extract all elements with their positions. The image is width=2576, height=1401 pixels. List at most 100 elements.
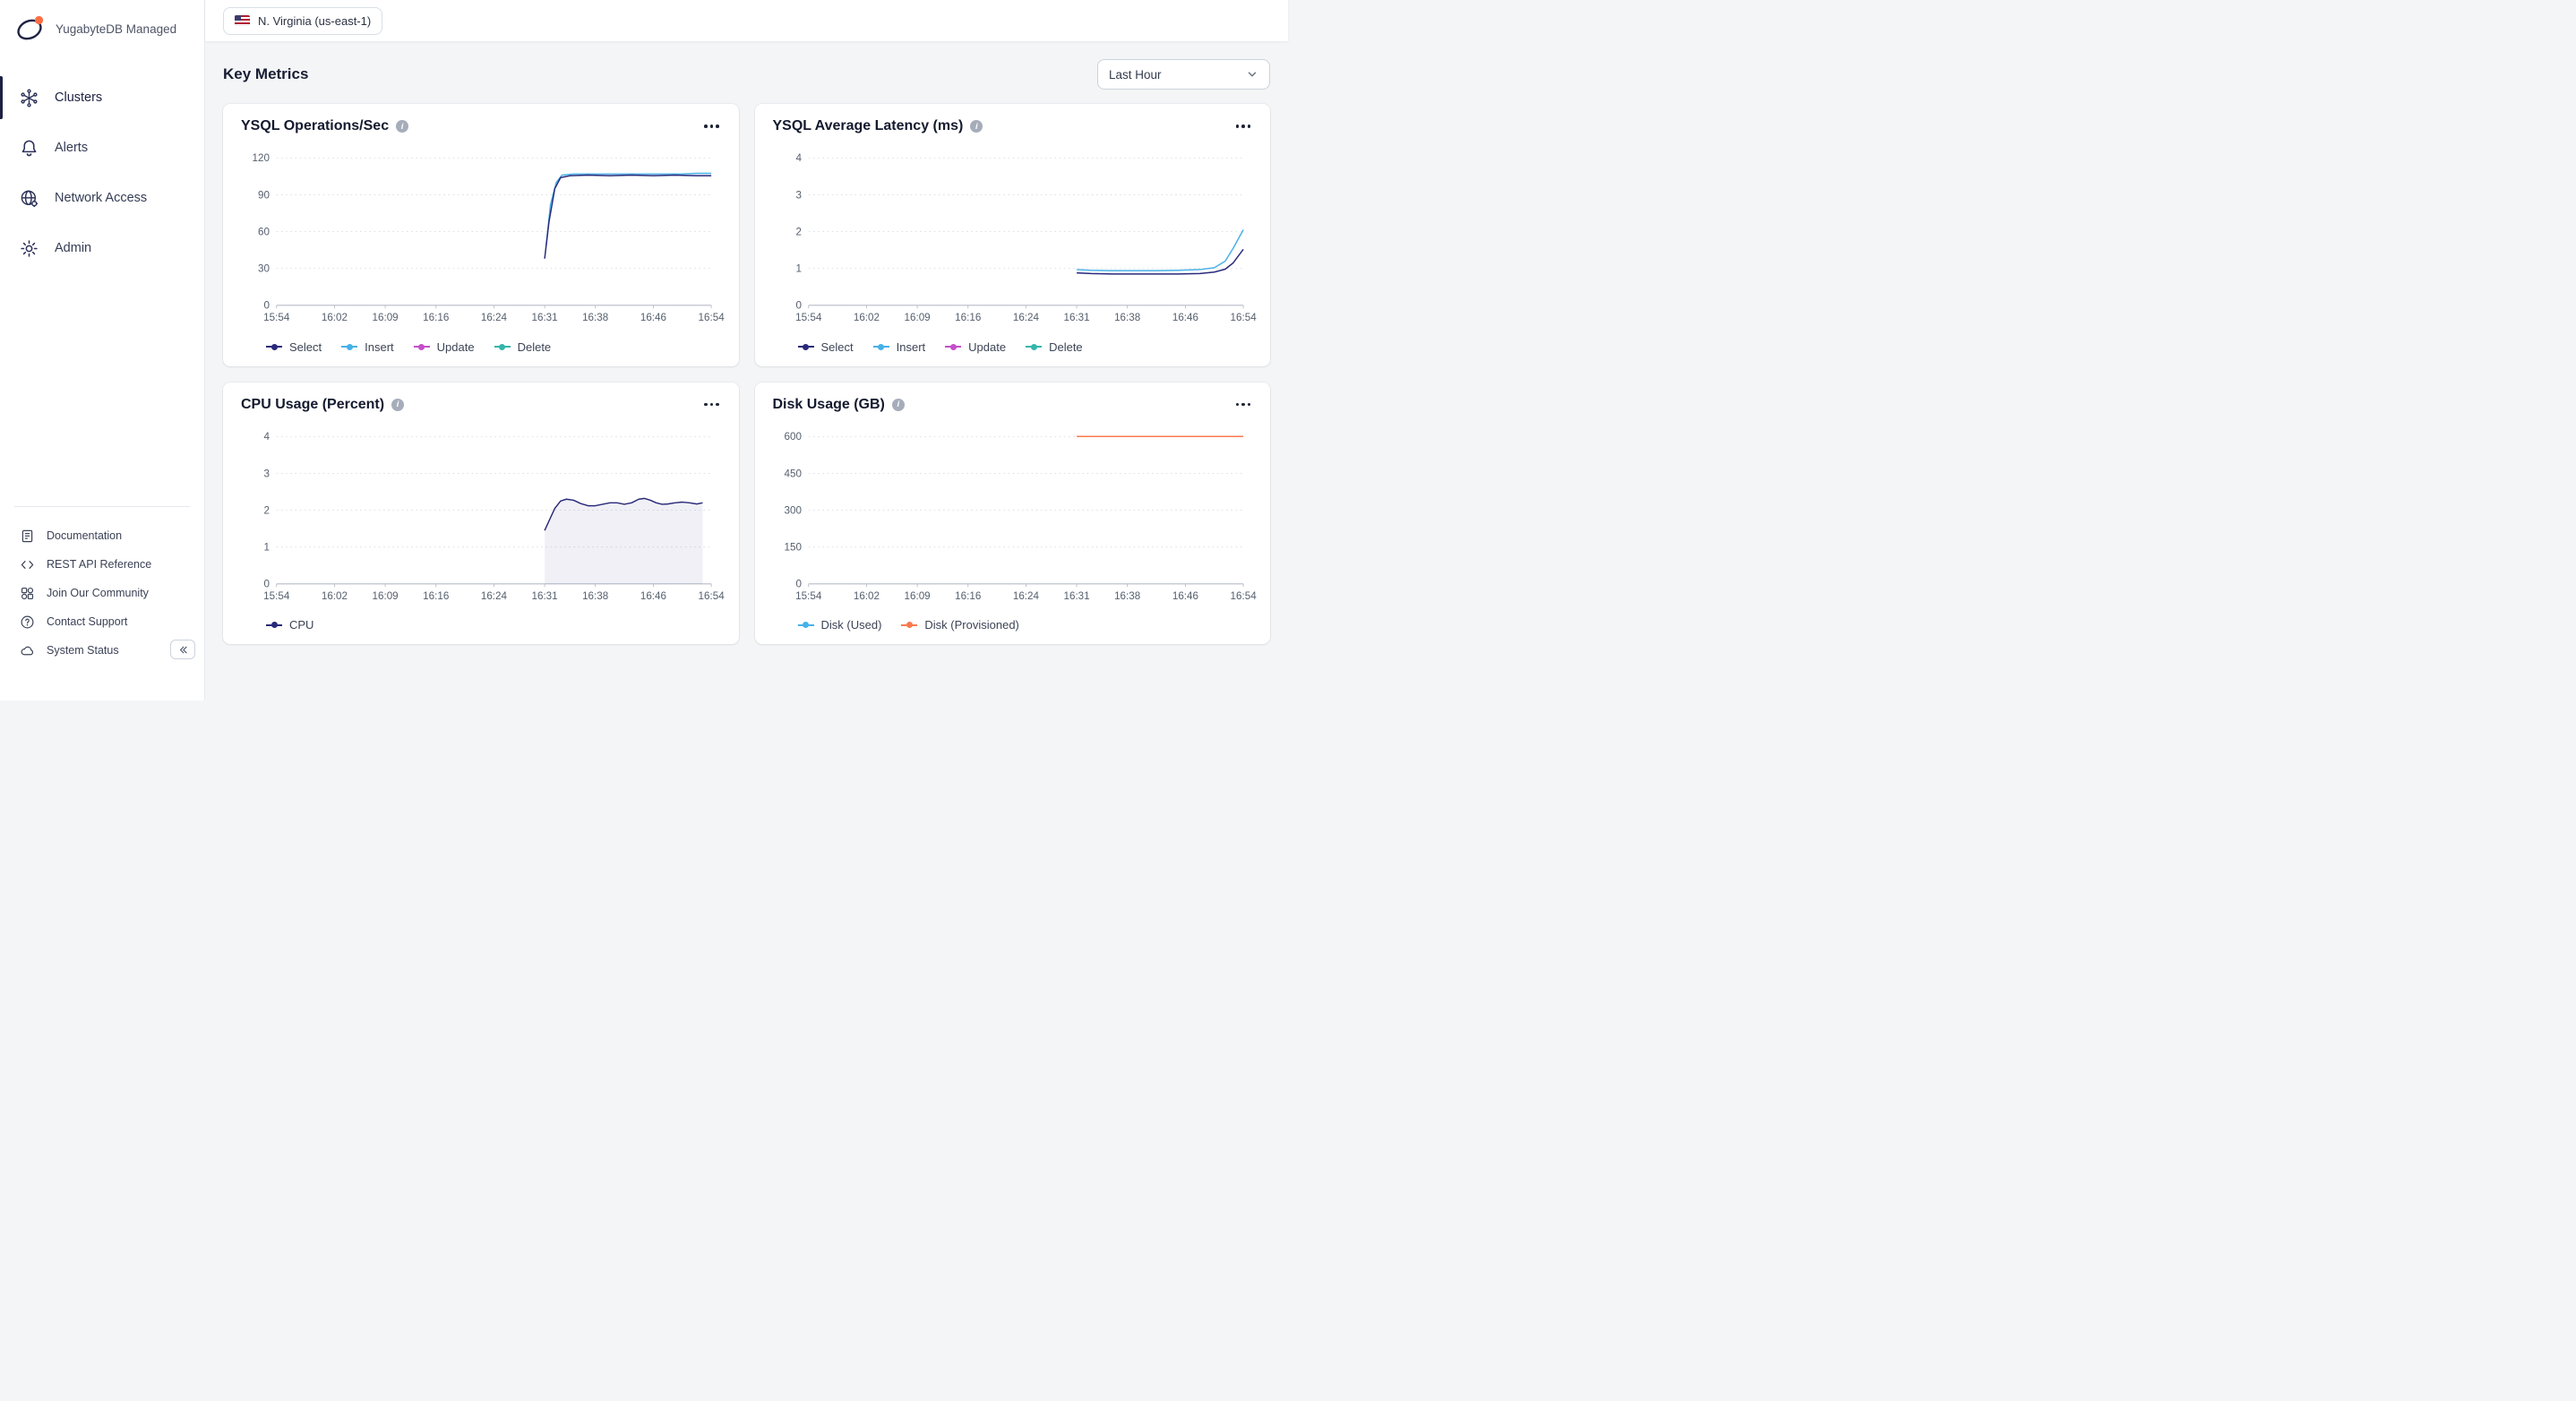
content: Key Metrics Last Hour YSQL Operations/Se… (205, 41, 1288, 700)
legend-item-select[interactable]: Select (798, 340, 854, 354)
chart-ysql-latency: 0123415:5416:0216:0916:1616:2416:3116:38… (773, 140, 1253, 335)
svg-text:16:16: 16:16 (423, 590, 449, 602)
svg-text:16:31: 16:31 (532, 590, 558, 602)
chart-legend: Disk (Used) Disk (Provisioned) (798, 618, 1253, 632)
legend-item-update[interactable]: Update (945, 340, 1006, 354)
card-menu-button[interactable] (702, 120, 721, 133)
info-icon[interactable]: i (391, 399, 404, 411)
card-menu-button[interactable] (702, 399, 721, 411)
sidebar-link-contact-support[interactable]: Contact Support (0, 607, 204, 636)
svg-text:16:46: 16:46 (640, 312, 666, 323)
chart-canvas: 015030045060015:5416:0216:0916:1616:2416… (773, 418, 1253, 614)
chart-canvas: 0123415:5416:0216:0916:1616:2416:3116:38… (241, 418, 721, 614)
primary-nav: Clusters Alerts Network Access (0, 73, 204, 273)
sidebar-link-documentation[interactable]: Documentation (0, 521, 204, 550)
series-marker-icon (945, 343, 961, 351)
sidebar-divider (14, 506, 190, 507)
svg-text:2: 2 (263, 504, 269, 516)
legend-label: Delete (518, 340, 552, 354)
metric-card-disk-usage: Disk Usage (GB) i 015030045060015:5416:0… (755, 382, 1271, 645)
legend-item-delete[interactable]: Delete (494, 340, 552, 354)
svg-text:4: 4 (795, 152, 802, 164)
svg-text:16:09: 16:09 (373, 312, 399, 323)
legend-label: Update (968, 340, 1006, 354)
chart-cpu-usage: 0123415:5416:0216:0916:1616:2416:3116:38… (241, 418, 721, 614)
svg-text:16:54: 16:54 (1230, 590, 1257, 602)
svg-text:3: 3 (795, 189, 801, 201)
legend-label: Update (437, 340, 475, 354)
info-icon[interactable]: i (970, 120, 983, 133)
svg-text:16:38: 16:38 (1114, 590, 1140, 602)
legend-item-delete[interactable]: Delete (1026, 340, 1083, 354)
svg-text:15:54: 15:54 (263, 590, 290, 602)
chart-canvas: 0123415:5416:0216:0916:1616:2416:3116:38… (773, 140, 1253, 335)
legend-item-insert[interactable]: Insert (873, 340, 926, 354)
info-icon[interactable]: i (396, 120, 408, 133)
region-selector-chip[interactable]: N. Virginia (us-east-1) (223, 7, 382, 35)
us-flag-icon (235, 15, 250, 26)
legend-item-insert[interactable]: Insert (341, 340, 394, 354)
brand-logo-row[interactable]: YugabyteDB Managed (0, 0, 204, 53)
svg-text:0: 0 (795, 578, 802, 589)
series-marker-icon (798, 343, 814, 351)
globe-gear-icon (19, 188, 39, 209)
brand-name: YugabyteDB Managed (56, 22, 176, 36)
info-icon[interactable]: i (892, 399, 905, 411)
legend-item-select[interactable]: Select (266, 340, 322, 354)
metrics-header-row: Key Metrics Last Hour (223, 59, 1270, 90)
svg-text:15:54: 15:54 (795, 312, 822, 323)
chart-ysql-operations: 030609012015:5416:0216:0916:1616:2416:31… (241, 140, 721, 335)
svg-text:16:38: 16:38 (1114, 312, 1140, 323)
series-marker-icon (1026, 343, 1042, 351)
sidebar-item-label: Alerts (55, 141, 88, 155)
sidebar-item-network-access[interactable]: Network Access (0, 173, 204, 223)
svg-text:16:16: 16:16 (955, 312, 981, 323)
svg-text:16:46: 16:46 (1172, 590, 1198, 602)
svg-text:450: 450 (784, 468, 802, 479)
legend-item-update[interactable]: Update (414, 340, 475, 354)
svg-text:150: 150 (784, 541, 802, 553)
sidebar-link-join-our-community[interactable]: Join Our Community (0, 579, 204, 607)
sidebar-footer: Documentation REST API Reference Join Ou… (0, 506, 204, 700)
svg-text:16:31: 16:31 (532, 312, 558, 323)
card-menu-button[interactable] (1234, 399, 1253, 411)
series-marker-icon (266, 621, 282, 629)
legend-label: Select (289, 340, 322, 354)
chart-disk-usage: 015030045060015:5416:0216:0916:1616:2416… (773, 418, 1253, 614)
legend-label: Select (821, 340, 854, 354)
time-range-select[interactable]: Last Hour (1097, 59, 1270, 90)
svg-text:1: 1 (263, 541, 269, 553)
api-code-icon (20, 557, 35, 572)
legend-label: CPU (289, 618, 313, 632)
topbar: N. Virginia (us-east-1) (205, 0, 1288, 41)
svg-text:16:02: 16:02 (853, 312, 879, 323)
cloud-status-icon (20, 643, 35, 658)
series-marker-icon (901, 621, 917, 629)
card-header: CPU Usage (Percent) i (241, 397, 721, 413)
svg-text:60: 60 (258, 226, 270, 237)
card-header: YSQL Operations/Sec i (241, 118, 721, 134)
svg-text:30: 30 (258, 263, 270, 275)
legend-item-cpu[interactable]: CPU (266, 618, 313, 632)
document-icon (20, 529, 35, 544)
metric-card-cpu-usage: CPU Usage (Percent) i 0123415:5416:0216:… (223, 382, 739, 645)
sidebar-link-rest-api-reference[interactable]: REST API Reference (0, 550, 204, 579)
sidebar-item-clusters[interactable]: Clusters (0, 73, 204, 123)
card-header: Disk Usage (GB) i (773, 397, 1253, 413)
svg-text:90: 90 (258, 189, 270, 201)
svg-text:16:31: 16:31 (1063, 590, 1089, 602)
svg-text:3: 3 (263, 468, 269, 479)
card-menu-button[interactable] (1234, 120, 1253, 133)
svg-text:16:54: 16:54 (1230, 312, 1257, 323)
chart-legend: CPU (266, 618, 721, 632)
sidebar-item-alerts[interactable]: Alerts (0, 123, 204, 173)
sidebar-item-label: Network Access (55, 191, 147, 205)
sidebar-link-label: Join Our Community (47, 587, 149, 599)
sidebar-collapse-button[interactable] (170, 640, 195, 659)
legend-item-disk-used[interactable]: Disk (Used) (798, 618, 882, 632)
svg-text:1: 1 (795, 263, 801, 275)
sidebar-item-admin[interactable]: Admin (0, 223, 204, 273)
card-title: Disk Usage (GB) (773, 397, 885, 413)
svg-text:16:38: 16:38 (582, 590, 608, 602)
legend-item-disk-provisioned[interactable]: Disk (Provisioned) (901, 618, 1018, 632)
